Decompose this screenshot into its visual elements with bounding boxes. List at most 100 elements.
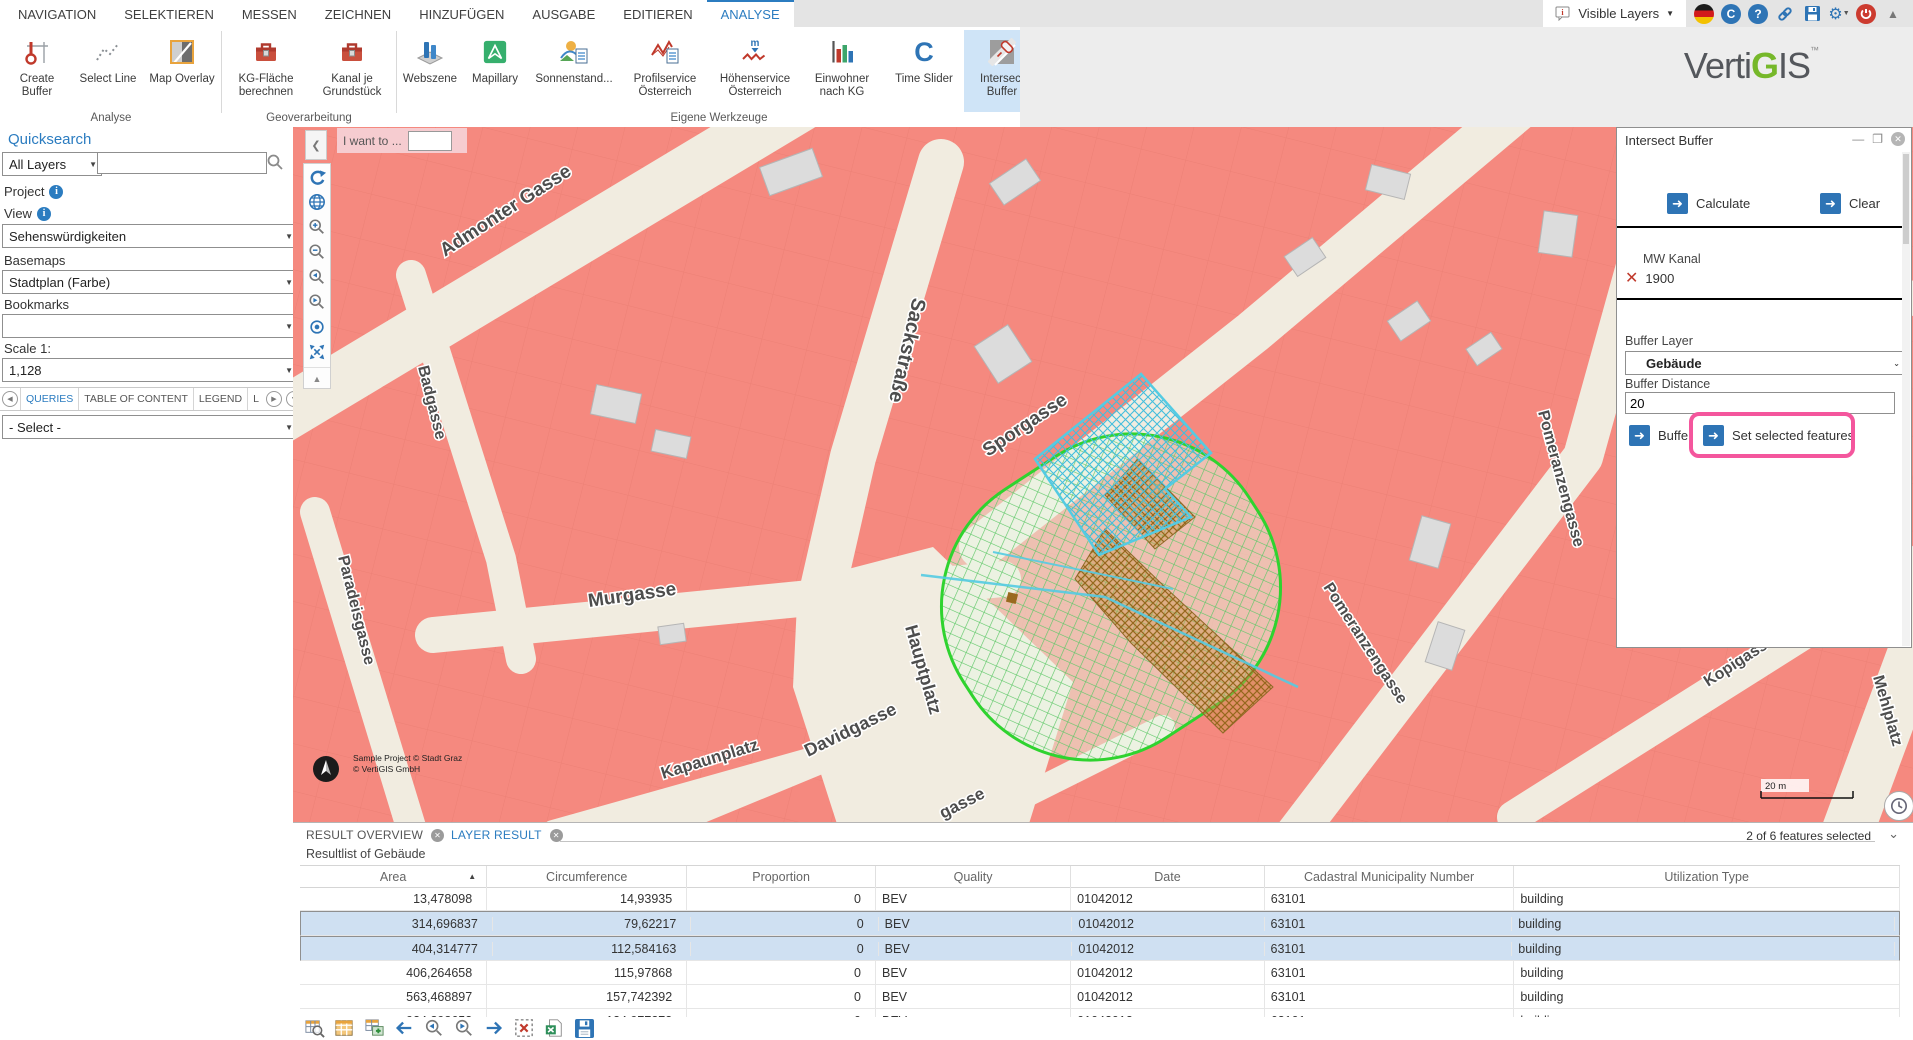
table-cell: 01042012: [1071, 887, 1265, 910]
clear-selection-icon[interactable]: [513, 1017, 535, 1039]
buffer-layer-dropdown[interactable]: Gebäude⌄: [1625, 351, 1905, 375]
tabs-scroll-left-icon[interactable]: ◀: [2, 391, 18, 407]
clear-button[interactable]: ➜ Clear: [1820, 193, 1880, 214]
next-page-icon[interactable]: [483, 1017, 505, 1039]
tabs-scroll-right-icon[interactable]: ▶: [266, 391, 282, 407]
menu-item-messen[interactable]: MESSEN: [228, 0, 311, 27]
search-layers-dropdown[interactable]: All Layers▼: [2, 152, 102, 176]
save-results-icon[interactable]: [573, 1017, 595, 1039]
tool-select-line[interactable]: Select Line: [72, 30, 144, 112]
column-header-cadastral-municipality-number[interactable]: Cadastral Municipality Number: [1265, 866, 1515, 887]
column-header-date[interactable]: Date: [1071, 866, 1265, 887]
help-icon[interactable]: ?: [1748, 4, 1768, 24]
language-flag-icon[interactable]: [1694, 4, 1714, 24]
info-icon[interactable]: i: [49, 185, 63, 199]
calculate-button[interactable]: ➜ Calculate: [1667, 193, 1750, 214]
close-icon[interactable]: ✕: [1891, 132, 1905, 146]
i-want-to-widget[interactable]: I want to ...: [337, 128, 467, 153]
save-icon[interactable]: [1802, 4, 1822, 24]
sign-out-power-icon[interactable]: [1856, 4, 1876, 24]
zoom-out-icon[interactable]: [307, 242, 327, 262]
tool-profilservice[interactable]: Profilservice Österreich: [620, 30, 710, 112]
target-location-icon[interactable]: [307, 317, 327, 337]
sidebar-collapse-button[interactable]: ❮: [305, 130, 327, 160]
sidebar-tab-l[interactable]: L: [247, 388, 264, 410]
tab-layer-result[interactable]: LAYER RESULT ✕: [451, 828, 563, 842]
column-header-circumference[interactable]: Circumference: [487, 866, 687, 887]
refresh-icon[interactable]: [307, 167, 327, 187]
info-icon[interactable]: i: [37, 207, 51, 221]
sidebar-tab-legend[interactable]: LEGEND: [193, 388, 247, 410]
share-link-icon[interactable]: [1775, 4, 1795, 24]
menu-item-navigation[interactable]: NAVIGATION: [4, 0, 110, 27]
zoom-to-result-icon[interactable]: [303, 1017, 325, 1039]
view-dropdown[interactable]: Sehenswürdigkeiten▼: [2, 224, 298, 248]
menu-item-zeichnen[interactable]: ZEICHNEN: [311, 0, 405, 27]
panel-scrollbar[interactable]: [1902, 152, 1910, 646]
export-excel-icon[interactable]: [543, 1017, 565, 1039]
tab-result-overview[interactable]: RESULT OVERVIEW ✕: [306, 828, 444, 842]
column-header-proportion[interactable]: Proportion: [687, 866, 876, 887]
menu-item-ausgabe[interactable]: AUSGABE: [518, 0, 609, 27]
search-input[interactable]: [97, 152, 267, 174]
menu-item-editieren[interactable]: EDITIEREN: [609, 0, 706, 27]
close-tab-icon[interactable]: ✕: [550, 829, 563, 842]
tool-map-overlay[interactable]: Map Overlay: [144, 30, 220, 112]
collapse-results-icon[interactable]: ⌄: [1888, 826, 1899, 842]
column-header-utilization-type[interactable]: Utilization Type: [1514, 866, 1900, 887]
table-row[interactable]: 406,264658115,978680BEV0104201263101buil…: [300, 961, 1900, 985]
bookmarks-dropdown[interactable]: ▼: [2, 314, 298, 338]
menu-item-selektieren[interactable]: SELEKTIEREN: [110, 0, 228, 27]
query-dropdown[interactable]: - Select -▼: [2, 415, 298, 439]
zoom-previous-icon[interactable]: [423, 1017, 445, 1039]
tool-sonnenstand[interactable]: Sonnenstand...: [528, 30, 620, 112]
next-extent-icon[interactable]: [307, 292, 327, 312]
table-row[interactable]: 314,69683779,622170BEV0104201263101build…: [300, 911, 1900, 936]
full-extent-icon[interactable]: [307, 342, 327, 362]
scale-dropdown[interactable]: 1,128▼: [2, 358, 298, 382]
history-clock-button[interactable]: [1884, 791, 1913, 821]
tool-create-buffer[interactable]: Create Buffer: [2, 30, 72, 112]
tool-einwohner[interactable]: Einwohner nach KG: [800, 30, 884, 112]
previous-page-icon[interactable]: [393, 1017, 415, 1039]
column-header-area[interactable]: Area▲: [300, 866, 487, 887]
settings-gear-icon[interactable]: ⚙▼: [1829, 4, 1849, 24]
buffer-distance-input[interactable]: [1625, 392, 1895, 414]
minimize-icon[interactable]: —: [1852, 132, 1864, 146]
table-cell: 314,696837: [307, 917, 493, 931]
tool-time-slider[interactable]: C Time Slider: [884, 30, 964, 112]
tool-hoehenservice[interactable]: m Höhenservice Österreich: [710, 30, 800, 112]
remove-feature-icon[interactable]: ✕: [1625, 268, 1638, 288]
table-row[interactable]: 563,468897157,7423920BEV0104201263101bui…: [300, 985, 1900, 1009]
toolbar-collapse-icon[interactable]: ▲: [307, 373, 327, 385]
table-row[interactable]: 404,314777112,5841630BEV0104201263101bui…: [300, 936, 1900, 961]
tool-kg-flaeche[interactable]: KG-Fläche berechnen: [223, 30, 309, 112]
i-want-to-input[interactable]: [408, 131, 452, 151]
globe-icon[interactable]: [307, 192, 327, 212]
table-row[interactable]: 13,47809814,939350BEV0104201263101buildi…: [300, 887, 1900, 911]
show-table-icon[interactable]: [333, 1017, 355, 1039]
restore-icon[interactable]: ❐: [1872, 132, 1883, 146]
zoom-next-icon[interactable]: [453, 1017, 475, 1039]
tool-mapillary[interactable]: Mapillary: [462, 30, 528, 112]
search-icon[interactable]: [266, 153, 284, 176]
sidebar-tab-table-of-content[interactable]: TABLE OF CONTENT: [78, 388, 193, 410]
geocortex-icon[interactable]: C: [1721, 4, 1741, 24]
column-header-quality[interactable]: Quality: [876, 866, 1071, 887]
table-cell: 01042012: [1071, 1009, 1265, 1017]
add-to-results-icon[interactable]: [363, 1017, 385, 1039]
close-tab-icon[interactable]: ✕: [431, 829, 444, 842]
menu-item-analyse[interactable]: ANALYSE: [707, 0, 794, 27]
webszene-icon: [416, 32, 444, 72]
sidebar-tab-queries[interactable]: QUERIES: [20, 388, 78, 410]
buffer-button[interactable]: ➜ Buffer: [1629, 425, 1692, 446]
collapse-ribbon-icon[interactable]: ▲: [1883, 4, 1903, 24]
tool-kanal-je-grundstueck[interactable]: Kanal je Grundstück: [309, 30, 395, 112]
basemap-dropdown[interactable]: Stadtplan (Farbe)▼: [2, 270, 298, 294]
table-row[interactable]: 934,898653134,9772730BEV0104201263101bui…: [300, 1009, 1900, 1017]
tool-webszene[interactable]: Webszene: [398, 30, 462, 112]
zoom-in-icon[interactable]: [307, 217, 327, 237]
previous-extent-icon[interactable]: [307, 267, 327, 287]
menu-item-hinzufügen[interactable]: HINZUFÜGEN: [405, 0, 518, 27]
visible-layers-control[interactable]: i Visible Layers ▼: [1543, 0, 1686, 27]
